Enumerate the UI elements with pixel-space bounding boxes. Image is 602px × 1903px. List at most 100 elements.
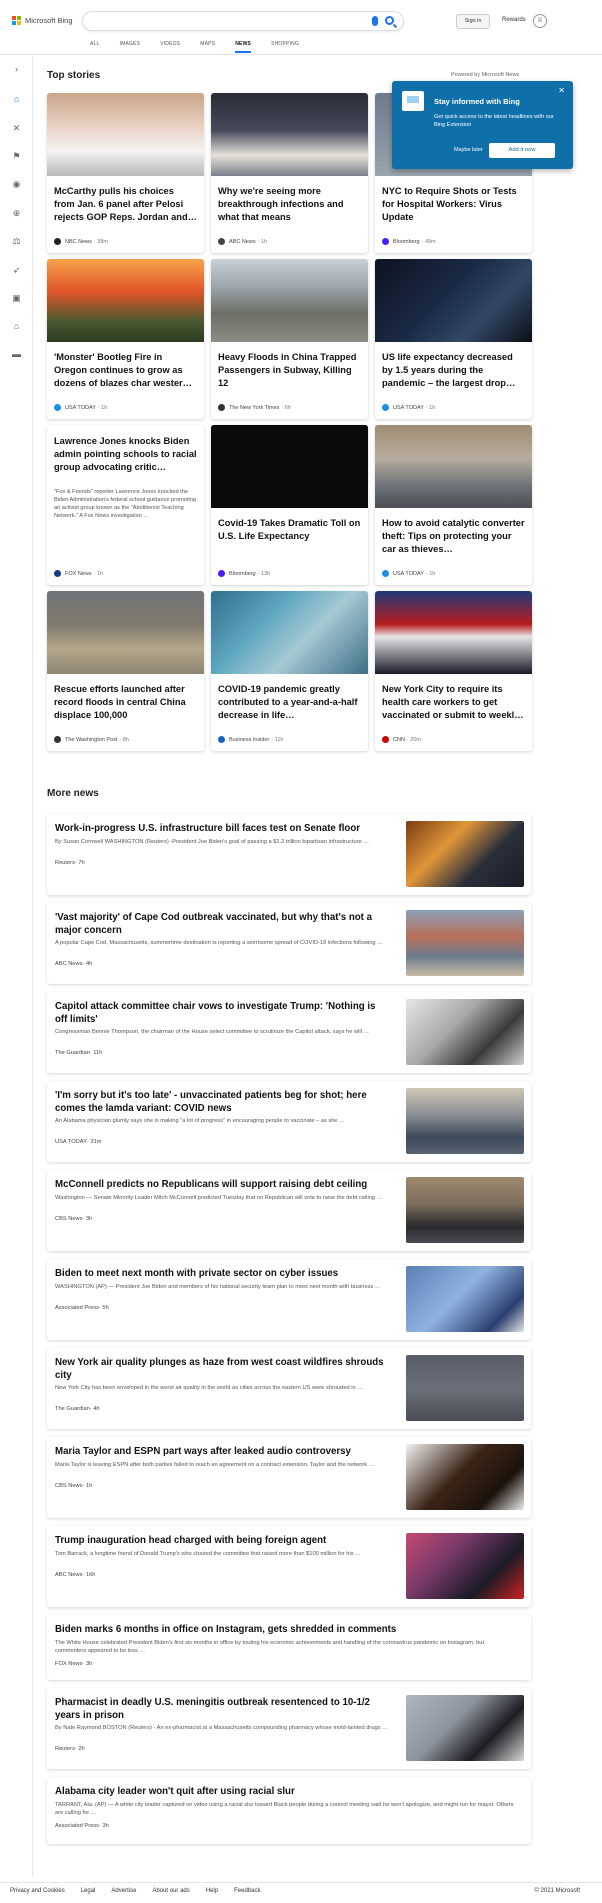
politics-icon[interactable]: ⌂ [11, 321, 22, 332]
add-it-now-button[interactable]: Add it now [489, 143, 555, 158]
news-list-item[interactable]: Pharmacist in deadly U.S. meningitis out… [47, 1688, 531, 1769]
story-image[interactable] [211, 591, 368, 674]
news-title[interactable]: Alabama city leader won't quit after usi… [55, 1785, 515, 1798]
story-title[interactable]: 'Monster' Bootleg Fire in Oregon continu… [54, 351, 197, 390]
footer-link-legal[interactable]: Legal [81, 1888, 96, 1894]
news-list-item[interactable]: Maria Taylor and ESPN part ways after le… [47, 1437, 531, 1518]
story-card[interactable]: Rescue efforts launched after record flo… [47, 591, 204, 751]
story-image[interactable] [47, 259, 204, 342]
story-image[interactable] [211, 425, 368, 508]
news-list-item[interactable]: Biden to meet next month with private se… [47, 1259, 531, 1340]
story-image[interactable] [211, 93, 368, 176]
story-card[interactable]: The drop in 2020 was the sharpest since … [211, 425, 368, 585]
story-image[interactable] [375, 425, 532, 508]
home-icon[interactable]: ⌂ [11, 94, 22, 105]
maybe-later-button[interactable]: Maybe later [454, 147, 483, 153]
tab-maps[interactable]: MAPS [200, 41, 215, 53]
search-box[interactable] [82, 11, 404, 31]
story-title[interactable]: Why we're seeing more breakthrough infec… [218, 185, 361, 224]
business-icon[interactable]: ⚖ [11, 236, 22, 247]
news-thumbnail[interactable] [406, 999, 524, 1065]
news-list-item[interactable]: Biden marks 6 months in office on Instag… [47, 1615, 531, 1680]
news-title[interactable]: Maria Taylor and ESPN part ways after le… [55, 1445, 385, 1458]
rewards-link[interactable]: Rewards [502, 17, 526, 23]
news-thumbnail[interactable] [406, 1444, 524, 1510]
globe-icon[interactable]: ⊕ [11, 208, 22, 219]
news-title[interactable]: Trump inauguration head charged with bei… [55, 1534, 385, 1547]
story-title[interactable]: COVID-19 pandemic greatly contributed to… [218, 683, 361, 722]
story-card[interactable]: How to avoid catalytic converter theft: … [375, 425, 532, 585]
news-thumbnail[interactable] [406, 1177, 524, 1243]
news-title[interactable]: Pharmacist in deadly U.S. meningitis out… [55, 1696, 385, 1722]
story-card[interactable]: 'Monster' Bootleg Fire in Oregon continu… [47, 259, 204, 419]
story-image[interactable] [47, 93, 204, 176]
sign-in-button[interactable]: Sign in [456, 14, 490, 29]
trophy-icon[interactable]: ♕ [533, 14, 547, 28]
story-card[interactable]: Heavy Floods in China Trapped Passengers… [211, 259, 368, 419]
story-card[interactable]: Why we're seeing more breakthrough infec… [211, 93, 368, 253]
story-title[interactable]: Covid-19 Takes Dramatic Toll on U.S. Lif… [218, 517, 361, 543]
news-thumbnail[interactable] [406, 1355, 524, 1421]
expand-icon[interactable]: › [11, 64, 22, 75]
story-image[interactable] [47, 591, 204, 674]
bing-logo[interactable]: Microsoft Bing [12, 16, 73, 25]
footer-link-privacy[interactable]: Privacy and Cookies [10, 1888, 65, 1894]
news-title[interactable]: Biden marks 6 months in office on Instag… [55, 1623, 515, 1636]
tab-news[interactable]: NEWS [235, 41, 251, 53]
microphone-icon[interactable] [372, 16, 378, 26]
news-list-item[interactable]: McConnell predicts no Republicans will s… [47, 1170, 531, 1251]
story-title[interactable]: Rescue efforts launched after record flo… [54, 683, 197, 722]
tools-icon[interactable]: ✕ [11, 123, 22, 134]
money-icon[interactable]: ▬ [11, 349, 22, 360]
news-list-item[interactable]: New York air quality plunges as haze fro… [47, 1348, 531, 1429]
story-title[interactable]: Lawrence Jones knocks Biden admin pointi… [54, 435, 197, 474]
news-thumbnail[interactable] [406, 1266, 524, 1332]
news-thumbnail[interactable] [406, 821, 524, 887]
story-card[interactable]: Lawrence Jones knocks Biden admin pointi… [47, 425, 204, 585]
news-title[interactable]: 'I'm sorry but it's too late' - unvaccin… [55, 1089, 385, 1115]
flag-icon[interactable]: ⚑ [11, 151, 22, 162]
location-icon[interactable]: ◉ [11, 179, 22, 190]
news-thumbnail[interactable] [406, 1088, 524, 1154]
footer-link-about-ads[interactable]: About our ads [152, 1888, 189, 1894]
news-list-item[interactable]: Capitol attack committee chair vows to i… [47, 992, 531, 1073]
tab-all[interactable]: ALL [90, 41, 100, 53]
story-image[interactable] [375, 259, 532, 342]
story-title[interactable]: Heavy Floods in China Trapped Passengers… [218, 351, 361, 390]
story-card[interactable]: US life expectancy decreased by 1.5 year… [375, 259, 532, 419]
story-card[interactable]: McCarthy pulls his choices from Jan. 6 p… [47, 93, 204, 253]
news-title[interactable]: Biden to meet next month with private se… [55, 1267, 385, 1280]
close-icon[interactable]: ✕ [558, 86, 565, 95]
news-thumbnail[interactable] [406, 1533, 524, 1599]
footer-link-feedback[interactable]: Feedback [234, 1888, 260, 1894]
rocket-icon[interactable]: ➶ [11, 265, 22, 276]
news-thumbnail[interactable] [406, 910, 524, 976]
news-title[interactable]: New York air quality plunges as haze fro… [55, 1356, 385, 1382]
story-title[interactable]: US life expectancy decreased by 1.5 year… [382, 351, 525, 390]
footer-link-help[interactable]: Help [206, 1888, 218, 1894]
news-list-item[interactable]: 'I'm sorry but it's too late' - unvaccin… [47, 1081, 531, 1162]
news-list-item[interactable]: Alabama city leader won't quit after usi… [47, 1777, 531, 1844]
story-title[interactable]: McCarthy pulls his choices from Jan. 6 p… [54, 185, 197, 224]
search-icon[interactable] [385, 16, 394, 25]
news-thumbnail[interactable] [406, 1695, 524, 1761]
news-list-item[interactable]: Trump inauguration head charged with bei… [47, 1526, 531, 1607]
story-title[interactable]: How to avoid catalytic converter theft: … [382, 517, 525, 556]
footer-link-advertise[interactable]: Advertise [111, 1888, 136, 1894]
news-list-item[interactable]: 'Vast majority' of Cape Cod outbreak vac… [47, 903, 531, 984]
news-title[interactable]: 'Vast majority' of Cape Cod outbreak vac… [55, 911, 385, 937]
entertainment-icon[interactable]: ▣ [11, 293, 22, 304]
story-image[interactable] [211, 259, 368, 342]
news-title[interactable]: McConnell predicts no Republicans will s… [55, 1178, 385, 1191]
story-image[interactable] [375, 591, 532, 674]
story-title[interactable]: New York City to require its health care… [382, 683, 525, 722]
tab-videos[interactable]: VIDEOS [160, 41, 180, 53]
tab-shopping[interactable]: SHOPPING [271, 41, 299, 53]
news-title[interactable]: Capitol attack committee chair vows to i… [55, 1000, 385, 1026]
story-card[interactable]: COVID-19 pandemic greatly contributed to… [211, 591, 368, 751]
news-title[interactable]: Work-in-progress U.S. infrastructure bil… [55, 822, 385, 835]
tab-images[interactable]: IMAGES [120, 41, 141, 53]
news-list-item[interactable]: Work-in-progress U.S. infrastructure bil… [47, 814, 531, 895]
story-title[interactable]: NYC to Require Shots or Tests for Hospit… [382, 185, 525, 224]
story-card[interactable]: New York City to require its health care… [375, 591, 532, 751]
